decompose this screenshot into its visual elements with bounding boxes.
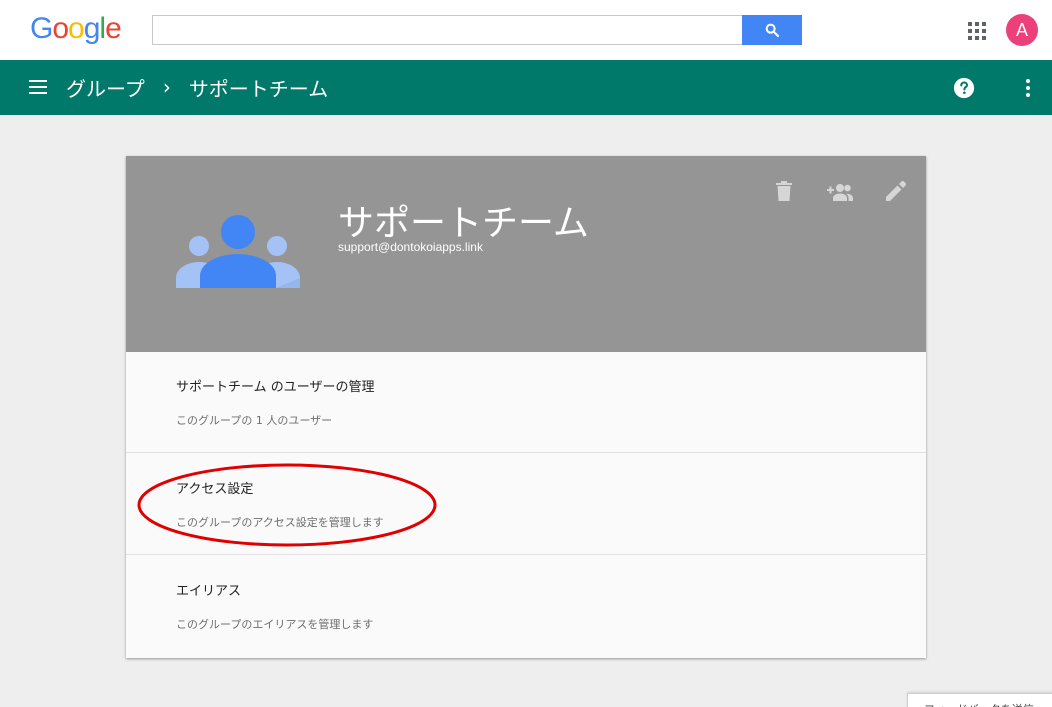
breadcrumb: グループ › サポートチーム [66,73,329,102]
section-title: アクセス設定 [176,482,254,497]
breadcrumb-current: サポートチーム [188,76,329,101]
search-button[interactable] [742,15,802,45]
search-icon [765,23,780,38]
account-avatar[interactable]: A [1006,14,1038,46]
edit-icon[interactable] [886,181,906,201]
search-input[interactable] [153,16,743,44]
help-icon[interactable] [953,77,975,99]
section-subtitle: このグループの 1 人のユーザー [176,414,333,427]
breadcrumb-separator: › [162,75,171,99]
group-header: サポートチーム support@dontokoiapps.link [126,156,926,352]
menu-icon[interactable] [29,79,47,95]
group-avatar-icon [176,215,300,288]
logo-letter: G [30,12,53,45]
section-access-settings[interactable]: アクセス設定 このグループのアクセス設定を管理します [126,454,926,555]
section-title: エイリアス [176,584,242,599]
section-subtitle: このグループのアクセス設定を管理します [176,516,384,529]
section-title: サポートチーム のユーザーの管理 [176,380,375,395]
logo-letter: o [68,12,85,45]
top-bar: Google A [0,0,1052,60]
search-box [152,15,802,45]
divider [126,554,926,555]
section-subtitle: このグループのエイリアスを管理します [176,618,374,631]
apps-icon[interactable] [968,22,986,40]
feedback-button[interactable]: フィードバックを送信 [907,693,1052,707]
breadcrumb-groups-link[interactable]: グループ [66,73,145,102]
divider [126,452,926,453]
section-manage-users[interactable]: サポートチーム のユーザーの管理 このグループの 1 人のユーザー [126,352,926,453]
add-member-icon[interactable] [827,183,853,201]
app-bar: グループ › サポートチーム [0,60,1052,115]
group-email: support@dontokoiapps.link [338,240,483,254]
logo-letter: e [105,12,122,45]
google-logo[interactable]: Google [30,12,122,46]
group-name: サポートチーム [338,203,589,244]
group-card: サポートチーム support@dontokoiapps.link サポートチー… [126,156,926,658]
logo-letter: g [83,12,101,45]
section-aliases[interactable]: エイリアス このグループのエイリアスを管理します [126,556,926,657]
logo-letter: o [52,12,69,45]
more-vert-icon[interactable] [1022,78,1034,98]
delete-icon[interactable] [776,181,792,201]
